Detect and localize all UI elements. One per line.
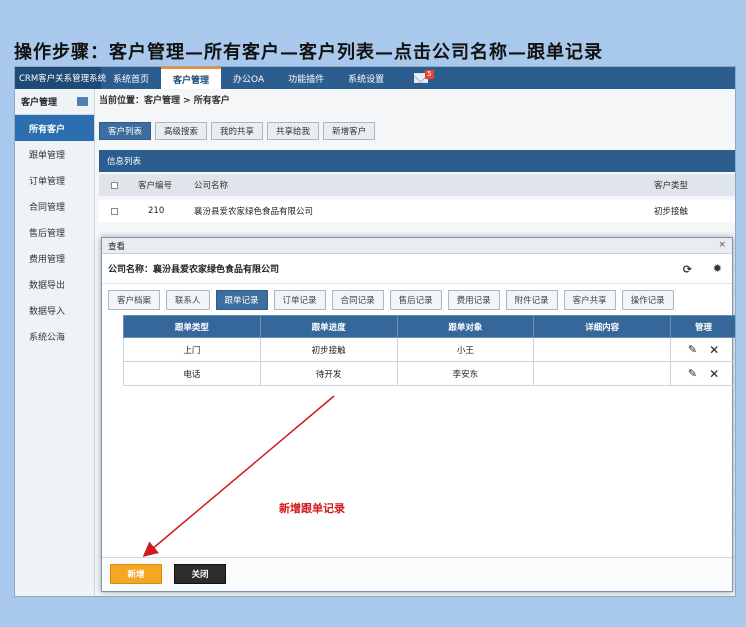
cell-progress: 待开发 bbox=[259, 361, 398, 386]
header-customer-id: 客户编号 bbox=[138, 181, 173, 191]
tab-contacts[interactable]: 联系人 bbox=[166, 290, 210, 310]
nav-customer-management[interactable]: 客户管理 bbox=[161, 67, 222, 89]
new-button[interactable]: 新增 bbox=[110, 564, 162, 584]
header-followup-target: 跟单对象 bbox=[396, 315, 535, 338]
header-followup-type: 跟单类型 bbox=[123, 315, 261, 338]
row-customer-type: 初步接触 bbox=[654, 207, 689, 217]
nav-office-oa[interactable]: 办公OA bbox=[221, 67, 276, 89]
cell-progress: 初步接触 bbox=[259, 337, 398, 362]
dialog-titlebar: 查看 × bbox=[102, 238, 732, 254]
row-customer-id: 210 bbox=[148, 206, 165, 216]
nav-system-settings[interactable]: 系统设置 bbox=[336, 67, 396, 89]
record-tabs: 客户档案 联系人 跟单记录 订单记录 合同记录 售后记录 费用记录 附件记录 客… bbox=[108, 290, 674, 310]
followup-table: 跟单类型 跟单进度 跟单对象 详细内容 管理 上门 初步接触 小王 ✎ ✕ 电话… bbox=[123, 315, 735, 386]
company-name-bar: 公司名称：襄汾县爱农家绿色食品有限公司 ⟳ ✹ bbox=[102, 254, 732, 284]
dialog-close-icon[interactable]: × bbox=[718, 240, 726, 250]
tab-shared-with-me[interactable]: 共享给我 bbox=[267, 122, 320, 140]
cell-target: 李安东 bbox=[396, 361, 535, 386]
delete-icon[interactable]: ✕ bbox=[709, 367, 719, 381]
sidebar: 客户管理 所有客户 跟单管理 订单管理 合同管理 售后管理 费用管理 数据导出 … bbox=[15, 89, 95, 596]
breadcrumb: 当前位置：客户管理 > 所有客户 bbox=[99, 96, 230, 106]
sidebar-item-public-pool[interactable]: 系统公海 bbox=[15, 323, 94, 349]
tab-expense-records[interactable]: 费用记录 bbox=[447, 290, 500, 310]
cell-type: 电话 bbox=[123, 361, 261, 386]
tab-contract-records[interactable]: 合同记录 bbox=[331, 290, 384, 310]
tab-after-sales-records[interactable]: 售后记录 bbox=[389, 290, 442, 310]
app-logo: CRM客户关系管理系统 bbox=[15, 67, 106, 89]
company-name-label: 公司名称：襄汾县爱农家绿色食品有限公司 bbox=[108, 265, 280, 275]
sidebar-item-all-customers[interactable]: 所有客户 bbox=[15, 115, 94, 141]
customer-tabs: 客户列表 高级搜索 我的共享 共享给我 新增客户 bbox=[99, 122, 376, 140]
table-row[interactable]: 210 襄汾县爱农家绿色食品有限公司 初步接触 bbox=[99, 200, 735, 222]
sidebar-item-orders[interactable]: 订单管理 bbox=[15, 167, 94, 193]
view-dialog: 查看 × 公司名称：襄汾县爱农家绿色食品有限公司 ⟳ ✹ 客户档案 联系人 跟单… bbox=[101, 237, 735, 592]
top-nav: CRM客户关系管理系统 系统首页 客户管理 办公OA 功能插件 系统设置 5 bbox=[15, 67, 735, 89]
header-details: 详细内容 bbox=[533, 315, 671, 338]
cell-target: 小王 bbox=[396, 337, 535, 362]
header-manage: 管理 bbox=[670, 315, 735, 338]
row-checkbox[interactable] bbox=[111, 207, 118, 215]
tab-operation-log[interactable]: 操作记录 bbox=[621, 290, 674, 310]
tab-customer-sharing[interactable]: 客户共享 bbox=[563, 290, 616, 310]
sidebar-item-followup[interactable]: 跟单管理 bbox=[15, 141, 94, 167]
crm-app-window: CRM客户关系管理系统 系统首页 客户管理 办公OA 功能插件 系统设置 5 客… bbox=[14, 66, 736, 597]
tab-customer-profile[interactable]: 客户档案 bbox=[108, 290, 161, 310]
instruction-headline: 操作步骤：客户管理—所有客户—客户列表—点击公司名称—跟单记录 bbox=[14, 42, 603, 63]
nav-plugins[interactable]: 功能插件 bbox=[276, 67, 336, 89]
dialog-title: 查看 bbox=[108, 241, 126, 252]
mail-button[interactable]: 5 bbox=[396, 67, 434, 89]
tab-order-records[interactable]: 订单记录 bbox=[273, 290, 326, 310]
gear-icon[interactable]: ✹ bbox=[713, 262, 722, 275]
annotation-add-followup: 新增跟单记录 bbox=[279, 502, 345, 515]
sidebar-item-expenses[interactable]: 费用管理 bbox=[15, 245, 94, 271]
cell-manage: ✎ ✕ bbox=[670, 361, 735, 386]
table-row: 电话 待开发 李安东 ✎ ✕ bbox=[123, 361, 735, 386]
tab-customer-list[interactable]: 客户列表 bbox=[99, 122, 152, 140]
sidebar-item-export[interactable]: 数据导出 bbox=[15, 271, 94, 297]
sidebar-item-import[interactable]: 数据导入 bbox=[15, 297, 94, 323]
tab-advanced-search[interactable]: 高级搜索 bbox=[155, 122, 208, 140]
dialog-footer: 新增 关闭 bbox=[102, 557, 732, 591]
list-header: 客户编号 公司名称 客户类型 bbox=[99, 174, 735, 196]
tab-my-shares[interactable]: 我的共享 bbox=[211, 122, 264, 140]
row-company-name-link[interactable]: 襄汾县爱农家绿色食品有限公司 bbox=[194, 205, 654, 217]
table-row: 上门 初步接触 小王 ✎ ✕ bbox=[123, 337, 735, 362]
sidebar-title: 客户管理 bbox=[21, 98, 58, 108]
header-company-name: 公司名称 bbox=[194, 181, 229, 191]
sidebar-collapse-icon[interactable] bbox=[77, 97, 88, 106]
cell-details bbox=[533, 337, 671, 362]
sidebar-item-after-sales[interactable]: 售后管理 bbox=[15, 219, 94, 245]
edit-icon[interactable]: ✎ bbox=[688, 367, 697, 380]
header-customer-type: 客户类型 bbox=[654, 181, 689, 191]
refresh-icon[interactable]: ⟳ bbox=[683, 263, 692, 276]
info-list-title: 信息列表 bbox=[99, 150, 735, 172]
sidebar-header: 客户管理 bbox=[15, 89, 94, 115]
cell-manage: ✎ ✕ bbox=[670, 337, 735, 362]
nav-home[interactable]: 系统首页 bbox=[101, 67, 161, 89]
delete-icon[interactable]: ✕ bbox=[709, 343, 719, 357]
mail-badge: 5 bbox=[425, 70, 434, 79]
tab-add-customer[interactable]: 新增客户 bbox=[323, 122, 376, 140]
edit-icon[interactable]: ✎ bbox=[688, 343, 697, 356]
header-followup-progress: 跟单进度 bbox=[259, 315, 398, 338]
cell-type: 上门 bbox=[123, 337, 261, 362]
tab-followup-records[interactable]: 跟单记录 bbox=[215, 290, 268, 310]
cell-details bbox=[533, 361, 671, 386]
tab-attachment-records[interactable]: 附件记录 bbox=[505, 290, 558, 310]
select-all-checkbox[interactable] bbox=[111, 181, 118, 189]
sidebar-item-contracts[interactable]: 合同管理 bbox=[15, 193, 94, 219]
close-button[interactable]: 关闭 bbox=[174, 564, 226, 584]
